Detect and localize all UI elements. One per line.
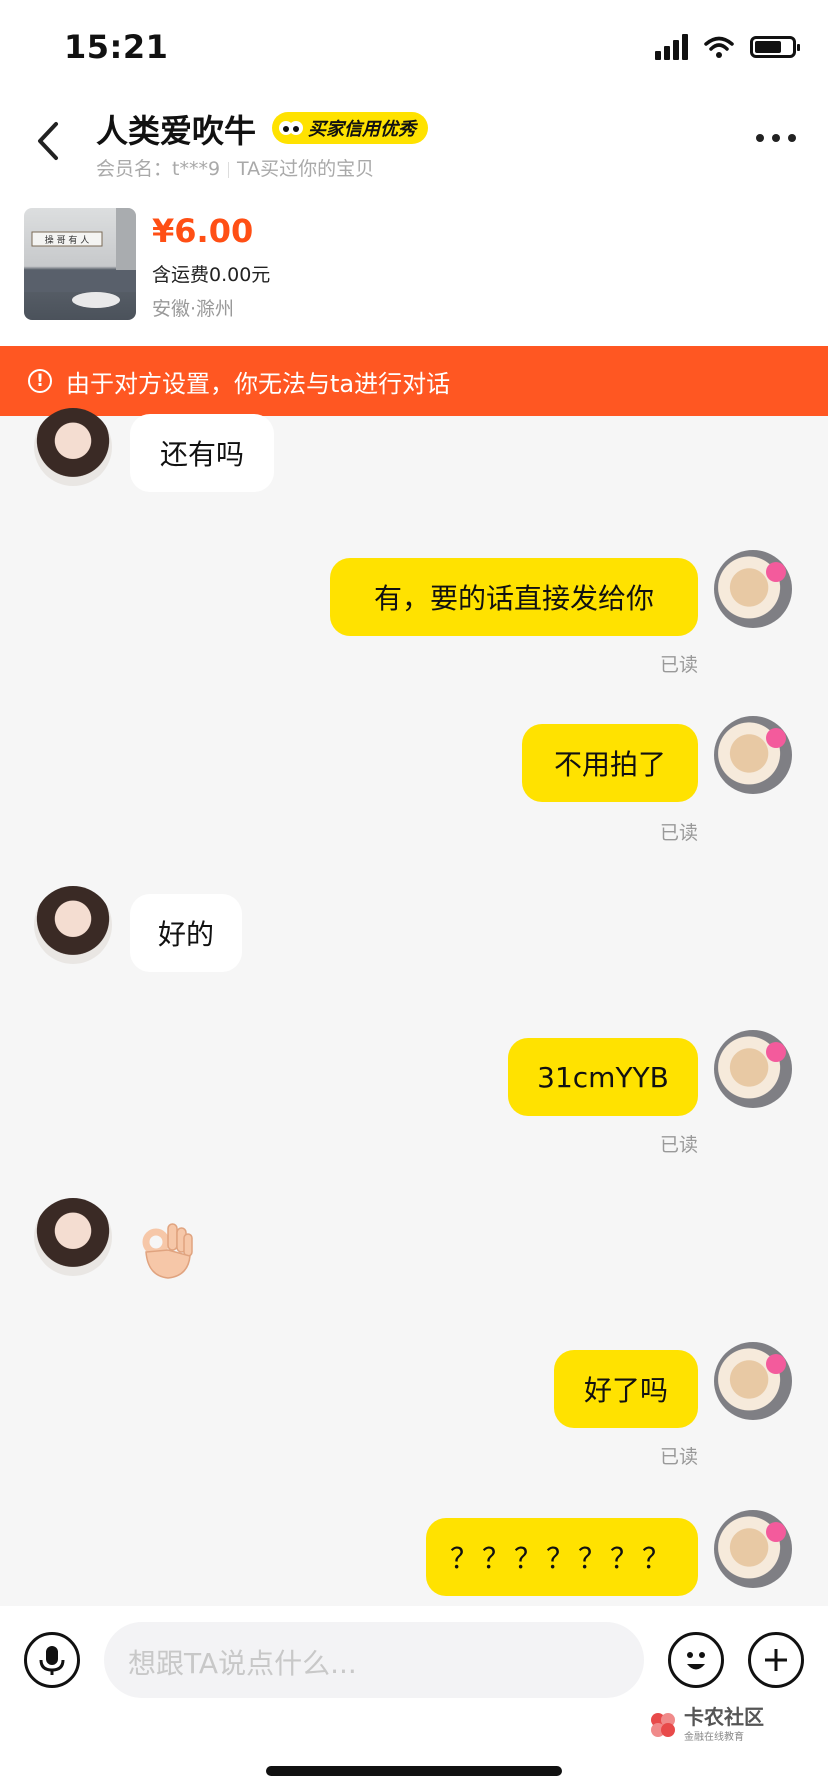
read-receipt: 已读 xyxy=(659,654,698,676)
message-bubble-incoming[interactable]: 还有吗 xyxy=(130,414,274,492)
watermark-brand: 卡农社区 xyxy=(684,1705,764,1729)
credit-badge[interactable]: 买家信用优秀 xyxy=(272,112,428,144)
blocked-warning-banner: ! 由于对方设置，你无法与ta进行对话 xyxy=(0,346,828,416)
message-bubble-outgoing[interactable]: 有，要的话直接发给你 xyxy=(330,558,698,636)
status-time: 15:21 xyxy=(64,28,169,66)
shipping-info: 含运费0.00元 xyxy=(152,264,271,286)
credit-badge-label: 买家信用优秀 xyxy=(308,119,416,140)
product-location: 安徽·滁州 xyxy=(152,298,235,320)
wifi-icon xyxy=(704,36,734,58)
ok-hand-emoji-icon[interactable] xyxy=(134,1218,196,1282)
member-info: 会员名：t***9 TA买过你的宝贝 xyxy=(96,154,374,181)
message-bubble-outgoing[interactable]: ？？？？？？？ xyxy=(426,1518,698,1596)
watermark: 卡农社区 金融在线教育 xyxy=(648,1706,764,1743)
exclamation-icon: ! xyxy=(28,369,52,393)
home-indicator xyxy=(266,1766,562,1776)
contact-avatar[interactable] xyxy=(34,408,112,486)
my-avatar[interactable] xyxy=(714,716,792,794)
my-avatar[interactable] xyxy=(714,1342,792,1420)
my-avatar[interactable] xyxy=(714,550,792,628)
status-icons xyxy=(655,34,800,60)
message-bubble-incoming[interactable]: 好的 xyxy=(130,894,242,972)
my-avatar[interactable] xyxy=(714,1030,792,1108)
more-options-icon[interactable] xyxy=(756,134,796,142)
back-arrow-icon[interactable] xyxy=(28,116,68,166)
product-card[interactable]: 操 哥 有 人 ¥6.00 含运费0.00元 安徽·滁州 xyxy=(0,186,828,346)
purchase-note: TA买过你的宝贝 xyxy=(237,158,375,180)
product-thumbnail[interactable]: 操 哥 有 人 xyxy=(24,208,136,320)
battery-icon xyxy=(750,36,800,58)
message-bubble-outgoing[interactable]: 不用拍了 xyxy=(522,724,698,802)
my-avatar[interactable] xyxy=(714,1510,792,1588)
contact-avatar[interactable] xyxy=(34,1198,112,1276)
fish-eyes-icon xyxy=(279,121,303,135)
status-bar: 15:21 xyxy=(0,0,828,96)
message-bubble-outgoing[interactable]: 好了吗 xyxy=(554,1350,698,1428)
microphone-icon[interactable] xyxy=(24,1632,80,1688)
watermark-tagline: 金融在线教育 xyxy=(684,1732,744,1743)
member-name: 会员名：t***9 xyxy=(96,158,221,180)
contact-name[interactable]: 人类爱吹牛 xyxy=(96,106,256,152)
cellular-signal-icon xyxy=(655,34,688,60)
emoji-icon[interactable] xyxy=(668,1632,724,1688)
message-bubble-outgoing[interactable]: 31cmYYB xyxy=(508,1038,698,1116)
read-receipt: 已读 xyxy=(659,1134,698,1156)
contact-avatar[interactable] xyxy=(34,886,112,964)
painting-caption: 操 哥 有 人 xyxy=(45,234,90,246)
read-receipt: 已读 xyxy=(659,1446,698,1468)
plus-icon[interactable] xyxy=(748,1632,804,1688)
kanong-logo-icon xyxy=(651,1712,675,1737)
input-bar: 想跟TA说点什么... 卡农社区 金融在线教育 xyxy=(0,1606,828,1792)
product-price: ¥6.00 xyxy=(152,212,254,250)
read-receipt: 已读 xyxy=(659,822,698,844)
message-input-placeholder: 想跟TA说点什么... xyxy=(128,1647,357,1680)
message-input[interactable]: 想跟TA说点什么... xyxy=(104,1622,644,1698)
warning-text: 由于对方设置，你无法与ta进行对话 xyxy=(66,369,451,398)
chat-header: 人类爱吹牛 买家信用优秀 会员名：t***9 TA买过你的宝贝 xyxy=(0,96,828,186)
